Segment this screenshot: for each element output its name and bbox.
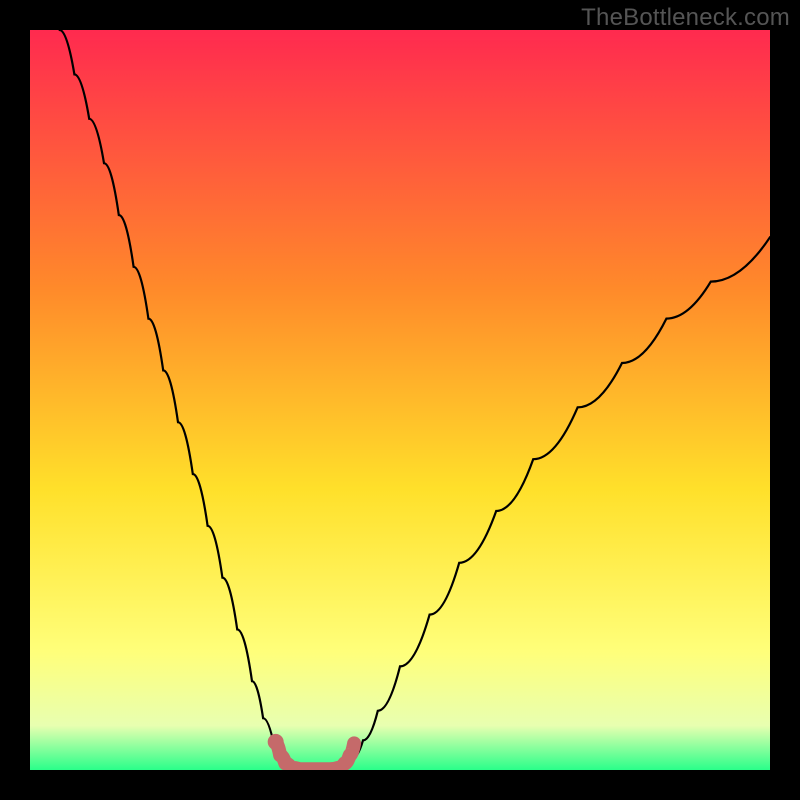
chart-frame: TheBottleneck.com: [0, 0, 800, 800]
plot-area: [30, 30, 770, 770]
chart-svg: [30, 30, 770, 770]
gradient-background: [30, 30, 770, 770]
highlight-dot: [268, 734, 284, 750]
watermark-text: TheBottleneck.com: [581, 4, 790, 32]
